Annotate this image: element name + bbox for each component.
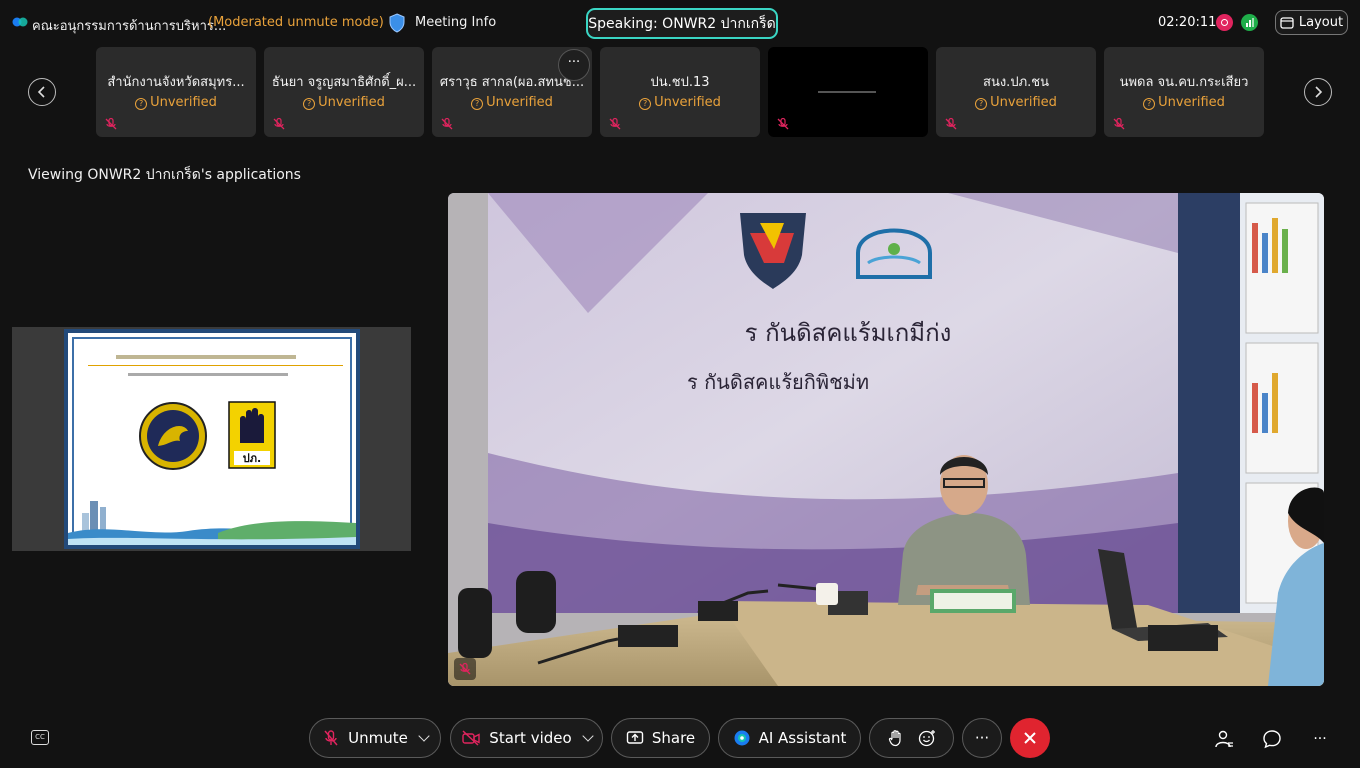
svg-text:ปภ.: ปภ.: [243, 452, 261, 465]
speaking-indicator: Speaking: ONWR2 ปากเกร็ด: [586, 8, 778, 39]
participant-tile[interactable]: สำนักงานจังหวัดสมุทร... ? Unverified: [96, 47, 256, 137]
slide-subtitle-text: [128, 373, 288, 376]
mic-muted-icon: [105, 117, 117, 130]
meeting-timer: 02:20:11: [1158, 15, 1217, 30]
more-options-button[interactable]: ···: [962, 718, 1002, 758]
chevron-down-icon[interactable]: [418, 730, 430, 742]
top-bar: คณะอนุกรรมการด้านการบริหาร... (Moderated…: [0, 0, 1360, 46]
video-off-icon: [462, 730, 480, 746]
ddpm-logo: ปภ.: [228, 401, 276, 469]
participant-name: ธันยา จรูญสมาธิศักดิ์_ผ...: [271, 75, 417, 90]
ai-assistant-label: AI Assistant: [758, 729, 847, 747]
verification-status: ? Unverified: [1104, 95, 1264, 110]
question-icon: ?: [1143, 98, 1156, 110]
participant-tile[interactable]: นพดล จน.คบ.กระเสียว ? Unverified: [1104, 47, 1264, 137]
more-options-label: ···: [974, 729, 990, 747]
participant-name: นพดล จน.คบ.กระเสียว: [1119, 75, 1249, 90]
start-video-button[interactable]: Start video: [450, 718, 603, 758]
shield-icon[interactable]: [388, 13, 406, 33]
speaking-label: Speaking: ONWR2 ปากเกร็ด: [588, 15, 776, 32]
participant-tile[interactable]: ศราวุธ สากล(ผอ.สทนช... ? Unverified ···: [432, 47, 592, 137]
question-icon: ?: [135, 98, 148, 110]
participant-name: สนง.ปภ.ชน: [983, 75, 1049, 90]
participant-tile[interactable]: ปน.ชป.13 ? Unverified: [600, 47, 760, 137]
video-placeholder-text: [818, 91, 876, 93]
slide-footer-graphic: [68, 501, 356, 545]
unmute-button[interactable]: Unmute: [309, 718, 441, 758]
mic-muted-icon: [273, 117, 285, 130]
question-icon: ?: [471, 98, 484, 110]
chevron-right-icon: [1315, 86, 1323, 98]
question-icon: ?: [303, 98, 316, 110]
mic-muted-icon: [459, 662, 471, 675]
reactions-group: [869, 718, 954, 758]
chat-icon: [1263, 730, 1281, 749]
reactions-icon[interactable]: [918, 729, 936, 747]
unmute-label: Unmute: [348, 729, 408, 747]
mic-muted-icon: [609, 117, 621, 130]
participant-name: ปน.ชป.13: [650, 75, 710, 90]
viewing-share-label: Viewing ONWR2 ปากเกร็ด's applications: [28, 167, 301, 183]
previous-participants-button[interactable]: [28, 78, 56, 106]
mic-muted-icon: [441, 117, 453, 130]
active-speaker-video[interactable]: ร กันดิสคแร้มเกมีก่ง ร กันดิสคแร้ยกิพิชม…: [448, 193, 1324, 686]
close-icon: [1024, 732, 1036, 744]
participant-tile-video[interactable]: [768, 47, 928, 137]
closed-captions-icon[interactable]: CC: [31, 730, 49, 745]
banner-text-line1: ร กันดิสคแร้มเกมีก่ง: [745, 319, 952, 347]
raise-hand-icon[interactable]: [888, 729, 904, 747]
ai-assistant-icon: [734, 730, 750, 746]
speaker-mic-muted-indicator: [454, 658, 476, 680]
meeting-title: คณะอนุกรรมการด้านการบริหาร...: [32, 19, 227, 34]
signal-bars-icon: [1246, 18, 1254, 27]
share-screen-icon: [626, 731, 644, 744]
slide-divider: [88, 365, 343, 366]
recording-icon[interactable]: [1216, 14, 1233, 31]
next-participants-button[interactable]: [1304, 78, 1332, 106]
meeting-info-button[interactable]: Meeting Info: [415, 15, 496, 30]
participant-more-button[interactable]: ···: [558, 49, 590, 81]
garuda-seal-logo: [139, 402, 207, 470]
slide-title-text: [116, 355, 296, 359]
mic-muted-icon: [1113, 117, 1125, 130]
start-video-label: Start video: [489, 729, 572, 747]
verification-status: ? Unverified: [264, 95, 424, 110]
verification-status: ? Unverified: [936, 95, 1096, 110]
leave-meeting-button[interactable]: [1010, 718, 1050, 758]
ai-assistant-button[interactable]: AI Assistant: [718, 718, 861, 758]
shared-content-panel[interactable]: ปภ.: [12, 327, 411, 551]
layout-button[interactable]: Layout: [1275, 10, 1348, 35]
verification-status: ? Unverified: [432, 95, 592, 110]
share-label: Share: [651, 729, 696, 747]
participants-panel-button[interactable]: [1213, 728, 1235, 750]
share-button[interactable]: Share: [611, 718, 710, 758]
chevron-left-icon: [37, 86, 45, 98]
mic-muted-icon: [324, 730, 338, 746]
network-health-icon[interactable]: [1241, 14, 1258, 31]
mic-muted-icon: [777, 117, 789, 130]
verification-status: ? Unverified: [600, 95, 760, 110]
banner-text-line2: ร กันดิสคแร้ยกิพิชม่ท: [687, 370, 869, 394]
chevron-down-icon[interactable]: [582, 730, 594, 742]
more-panels-button[interactable]: ···: [1309, 728, 1331, 750]
moderated-mode-label: (Moderated unmute mode): [208, 15, 384, 30]
mic-muted-icon: [945, 117, 957, 130]
participant-name: สำนักงานจังหวัดสมุทร...: [107, 75, 245, 90]
layout-icon: [1280, 16, 1294, 29]
participants-icon: [1215, 730, 1233, 748]
question-icon: ?: [975, 98, 988, 110]
video-frame: ร กันดิสคแร้มเกมีก่ง ร กันดิสคแร้ยกิพิชม…: [448, 193, 1324, 686]
layout-label: Layout: [1298, 15, 1344, 30]
participant-tile[interactable]: สนง.ปภ.ชน ? Unverified: [936, 47, 1096, 137]
chat-panel-button[interactable]: [1261, 728, 1283, 750]
verification-status: ? Unverified: [96, 95, 256, 110]
webex-logo-icon: [12, 17, 28, 27]
question-icon: ?: [639, 98, 652, 110]
participant-tile[interactable]: ธันยา จรูญสมาธิศักดิ์_ผ... ? Unverified: [264, 47, 424, 137]
shared-slide: ปภ.: [64, 329, 360, 549]
